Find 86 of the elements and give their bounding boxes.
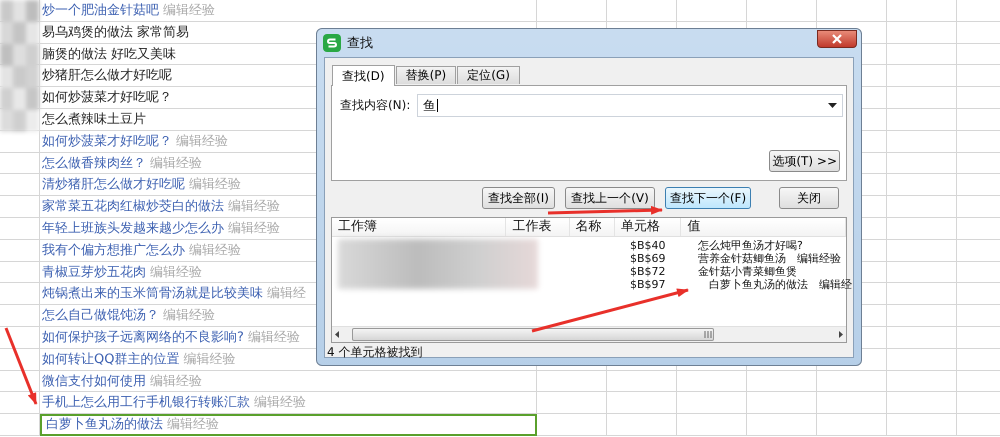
tab[interactable]: 替换(P) — [396, 66, 456, 84]
table-cell — [0, 414, 40, 436]
table-cell — [887, 174, 957, 196]
table-cell — [817, 414, 887, 436]
grip-icon — [703, 331, 713, 338]
dialog-button[interactable]: 查找全部(I) — [482, 187, 555, 209]
article-link[interactable]: 炖锅煮出来的玉米筒骨汤就是比较美味 — [42, 286, 263, 302]
app-icon — [323, 34, 341, 52]
table-cell — [887, 87, 957, 109]
table-cell — [887, 108, 957, 131]
article-link[interactable]: 如何炒菠菜才好吃呢？ — [42, 134, 172, 149]
horizontal-scrollbar[interactable] — [332, 326, 846, 342]
close-button[interactable] — [817, 30, 857, 48]
table-cell — [887, 218, 957, 240]
cell-reference[interactable]: $B$97 — [624, 278, 692, 291]
options-button[interactable]: 选项(T) >> — [769, 150, 840, 172]
cell-text: 怎么煮辣味土豆片 — [42, 112, 146, 127]
article-link[interactable]: 如何保护孩子远离网络的不良影响? — [42, 330, 244, 345]
cell-reference[interactable]: $B$69 — [624, 252, 692, 265]
cell-value[interactable]: 营养金针菇鲫鱼汤 编辑经验 — [692, 252, 841, 265]
table-cell — [677, 414, 747, 436]
article-link[interactable]: 怎么做香辣肉丝？ — [42, 156, 146, 171]
table-cell — [607, 414, 677, 436]
table-cell — [817, 370, 887, 392]
table-cell — [887, 65, 957, 88]
table-cell — [887, 262, 957, 284]
table-cell — [747, 414, 817, 436]
article-link[interactable]: 青椒豆芽炒五花肉 — [42, 264, 146, 280]
article-link[interactable]: 如何转让QQ群主的位置 — [42, 352, 180, 367]
table-cell — [887, 240, 957, 262]
table-cell — [677, 370, 747, 392]
article-link[interactable]: 家常菜五花肉红椒炒茭白的做法 — [42, 199, 224, 214]
article-link[interactable]: 年轻上班族头发越来越少怎么办 — [42, 220, 224, 236]
cell-text: 如何炒菠菜才好吃呢？ — [42, 90, 172, 106]
article-link[interactable]: 清炒猪肝怎么做才好吃呢 — [42, 177, 185, 192]
dialog-button[interactable]: 查找下一个(F) — [665, 187, 751, 209]
cell-value[interactable]: 金针菇小青菜鲫鱼煲 — [692, 265, 797, 278]
cell-text: 易乌鸡煲的做法 家常简易 — [42, 24, 190, 40]
caret-icon — [828, 103, 837, 108]
find-label: 查找内容(N): — [340, 97, 412, 114]
table-cell — [887, 370, 957, 392]
table-cell — [887, 283, 957, 306]
table-cell — [607, 392, 677, 414]
article-link[interactable]: 微信支付如何使用 — [42, 374, 146, 389]
column-header[interactable]: 单元格 — [615, 218, 682, 236]
dialog-button[interactable]: 查找上一个(V) — [565, 187, 655, 209]
table-cell — [817, 392, 887, 414]
table-cell — [887, 392, 957, 414]
column-header[interactable]: 值 — [681, 218, 846, 236]
close-icon — [832, 34, 842, 44]
article-link[interactable]: 手机上怎么用工行手机银行转账汇款 — [42, 395, 250, 410]
find-field[interactable]: 鱼 — [417, 94, 843, 117]
table-cell — [607, 370, 677, 392]
table-cell — [887, 348, 957, 371]
table-cell — [887, 130, 957, 153]
cell-text: 炒猪肝怎么做才好吃呢 — [42, 68, 172, 84]
table-cell — [887, 305, 957, 327]
article-link[interactable]: 炒一个肥油金针菇吧 — [42, 3, 159, 18]
tab[interactable]: 定位(G) — [457, 66, 520, 84]
article-link[interactable]: 我有个偏方想推广怎么办 — [42, 242, 185, 258]
cell-reference[interactable]: $B$72 — [624, 265, 692, 278]
cell-value[interactable]: 白萝卜鱼丸汤的做法 编辑经 — [692, 278, 852, 291]
table-cell — [887, 326, 957, 349]
dialog-button[interactable]: 关闭 — [779, 187, 839, 209]
article-link[interactable]: 白萝卜鱼丸汤的做法 — [46, 417, 163, 432]
window-title: 查找 — [347, 35, 373, 52]
table-cell — [537, 414, 607, 436]
table-cell — [887, 152, 957, 174]
column-header[interactable]: 工作簿 — [332, 218, 506, 236]
table-cell — [747, 370, 817, 392]
table-cell — [887, 22, 957, 44]
table-cell — [747, 392, 817, 414]
column-header[interactable]: 工作表 — [506, 218, 570, 236]
article-link[interactable]: 怎么自己做馄饨汤？ — [42, 308, 159, 324]
cell-text: 腩煲的做法 好吃又美味 — [42, 46, 176, 62]
tab[interactable]: 查找(D) — [332, 65, 395, 86]
table-cell — [887, 44, 957, 66]
table-cell — [817, 0, 887, 22]
table-cell — [887, 0, 957, 22]
status-text: 4 个单元格被找到 — [327, 345, 422, 359]
cell-value[interactable]: 怎么炖甲鱼汤才好喝? — [692, 239, 803, 252]
column-header[interactable]: 名称 — [570, 218, 616, 236]
cell-reference[interactable]: $B$40 — [624, 239, 692, 252]
table-cell — [887, 414, 957, 436]
table-cell — [887, 196, 957, 218]
table-cell — [677, 392, 747, 414]
